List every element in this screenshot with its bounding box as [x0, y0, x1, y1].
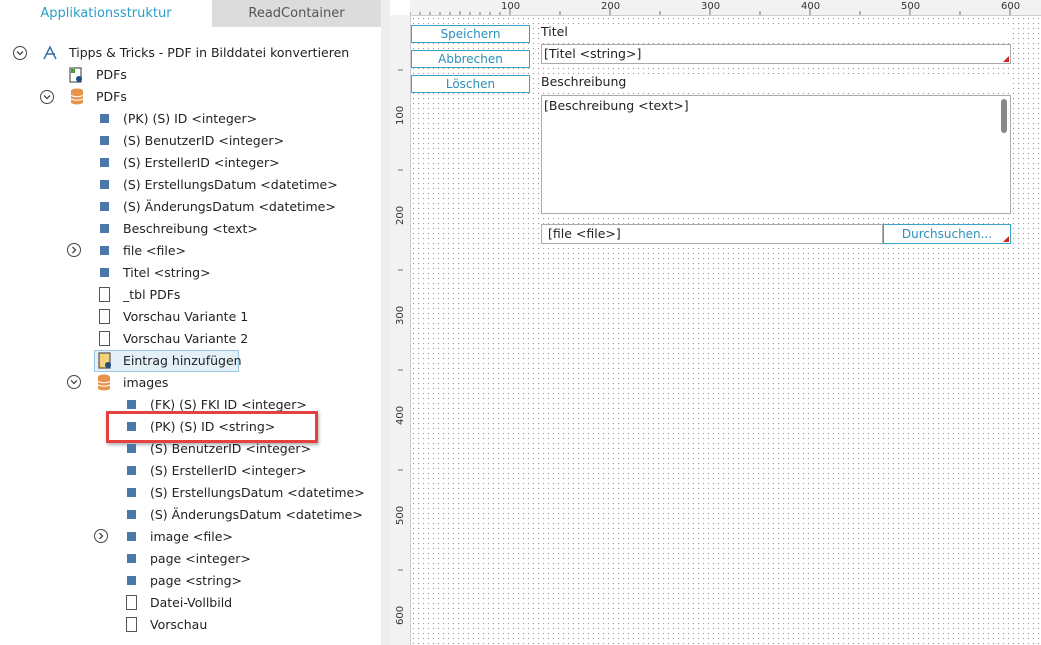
- field-icon: [100, 202, 109, 211]
- document-icon: [99, 309, 110, 324]
- tab-applikationsstruktur[interactable]: Applikationsstruktur: [0, 0, 212, 27]
- ruler-label: 300: [701, 1, 721, 12]
- titel-field-value: [Titel <string>]: [544, 46, 642, 61]
- file-field-value: [file <file>]: [548, 226, 621, 241]
- save-button[interactable]: Speichern: [411, 25, 530, 43]
- ruler-label: 500: [901, 1, 921, 12]
- tree-item-table[interactable]: _tbl PDFs: [123, 284, 180, 306]
- browse-label: Durchsuchen...: [901, 227, 993, 241]
- tree-field[interactable]: (S) ErstellerID <integer>: [150, 460, 307, 482]
- field-icon: [127, 532, 136, 541]
- structure-panel: Applikationsstruktur ReadContainer Tipps…: [0, 0, 381, 645]
- tree-item-preview-2[interactable]: Vorschau Variante 2: [123, 328, 248, 350]
- tree-field[interactable]: page <integer>: [150, 548, 251, 570]
- field-icon: [127, 576, 136, 585]
- titel-label: Titel: [541, 24, 1011, 42]
- document-icon: [99, 331, 110, 346]
- field-icon: [100, 246, 109, 255]
- expand-image-icon[interactable]: [94, 529, 108, 543]
- tree-field[interactable]: (S) BenutzerID <integer>: [123, 130, 284, 152]
- file-field[interactable]: [file <file>]: [541, 224, 883, 244]
- beschreibung-field-value: [Beschreibung <text>]: [544, 98, 689, 113]
- tree-field[interactable]: page <string>: [150, 570, 242, 592]
- tree-field[interactable]: (S) BenutzerID <integer>: [150, 438, 311, 460]
- tree-field[interactable]: Titel <string>: [123, 262, 211, 284]
- ruler-label: 400: [395, 405, 406, 425]
- ruler-label: 100: [395, 105, 406, 125]
- field-icon: [100, 114, 109, 123]
- form-designer: 100 200 300 400 500 600 100 200 300 400 …: [390, 0, 1041, 645]
- ruler-label: 500: [395, 505, 406, 525]
- ruler-label: 100: [501, 1, 521, 12]
- tree-field[interactable]: image <file>: [150, 526, 233, 548]
- app-icon: [43, 45, 57, 60]
- database-icon: [70, 88, 84, 105]
- field-icon: [100, 158, 109, 167]
- horizontal-ruler: 100 200 300 400 500 600: [410, 0, 1041, 16]
- titel-field[interactable]: [Titel <string>]: [541, 44, 1011, 64]
- tree-field[interactable]: (S) ÄnderungsDatum <datetime>: [150, 504, 363, 526]
- field-icon: [100, 268, 109, 277]
- tree-item-pdfs-db[interactable]: PDFs: [96, 86, 127, 108]
- document-icon: [99, 287, 110, 302]
- document-icon: [126, 617, 137, 632]
- tree-item-fullimage[interactable]: Datei-Vollbild: [150, 592, 232, 614]
- scrollbar-thumb[interactable]: [1001, 99, 1007, 133]
- tree-item-vorschau[interactable]: Vorschau: [150, 614, 207, 636]
- field-icon: [127, 488, 136, 497]
- beschreibung-field[interactable]: [Beschreibung <text>]: [541, 95, 1011, 214]
- vertical-ruler: 100 200 300 400 500 600: [390, 15, 411, 645]
- document-icon: [126, 595, 137, 610]
- ruler-label: 200: [601, 1, 621, 12]
- expand-file-icon[interactable]: [67, 243, 81, 257]
- ruler-label: 600: [1001, 1, 1021, 12]
- tree-field[interactable]: (S) ErstellungsDatum <datetime>: [123, 174, 338, 196]
- page-icon: [69, 67, 82, 83]
- ruler-label: 600: [395, 605, 406, 625]
- field-icon: [127, 400, 136, 409]
- delete-button[interactable]: Löschen: [411, 75, 530, 93]
- resize-marker-icon: [1003, 56, 1009, 62]
- tree-item-pdfs-page[interactable]: PDFs: [96, 64, 127, 86]
- tab-readcontainer[interactable]: ReadContainer: [212, 0, 381, 27]
- field-icon: [100, 136, 109, 145]
- ruler-label: 300: [395, 305, 406, 325]
- field-icon: [127, 510, 136, 519]
- field-icon: [127, 554, 136, 563]
- collapse-pdfs-icon[interactable]: [40, 90, 54, 104]
- panel-splitter[interactable]: [381, 0, 390, 645]
- ruler-label: 200: [395, 205, 406, 225]
- tree-field[interactable]: Beschreibung <text>: [123, 218, 258, 240]
- field-icon: [100, 180, 109, 189]
- tree-item-add-entry[interactable]: Eintrag hinzufügen: [123, 350, 242, 372]
- collapse-images-icon[interactable]: [67, 375, 81, 389]
- cancel-button[interactable]: Abbrechen: [411, 50, 530, 68]
- resize-marker-icon: [1003, 236, 1009, 242]
- field-icon: [127, 466, 136, 475]
- database-icon: [97, 374, 111, 391]
- field-icon: [127, 444, 136, 453]
- collapse-root-icon[interactable]: [13, 46, 27, 60]
- browse-button[interactable]: Durchsuchen...: [883, 224, 1011, 244]
- tree-root-label[interactable]: Tipps & Tricks - PDF in Bilddatei konver…: [69, 42, 349, 64]
- tree-field[interactable]: file <file>: [123, 240, 186, 262]
- tab-bar: Applikationsstruktur ReadContainer: [0, 0, 381, 27]
- ruler-label: 400: [801, 1, 821, 12]
- form-page-icon: [98, 352, 111, 369]
- tree-field[interactable]: (S) ErstellerID <integer>: [123, 152, 280, 174]
- tree-field[interactable]: (S) ÄnderungsDatum <datetime>: [123, 196, 336, 218]
- tree-item-preview-1[interactable]: Vorschau Variante 1: [123, 306, 248, 328]
- tree-field[interactable]: (S) ErstellungsDatum <datetime>: [150, 482, 365, 504]
- tree-field[interactable]: (PK) (S) ID <integer>: [123, 108, 257, 130]
- tree-item-images-db[interactable]: images: [123, 372, 168, 394]
- field-icon: [100, 224, 109, 233]
- beschreibung-label: Beschreibung: [541, 74, 1011, 92]
